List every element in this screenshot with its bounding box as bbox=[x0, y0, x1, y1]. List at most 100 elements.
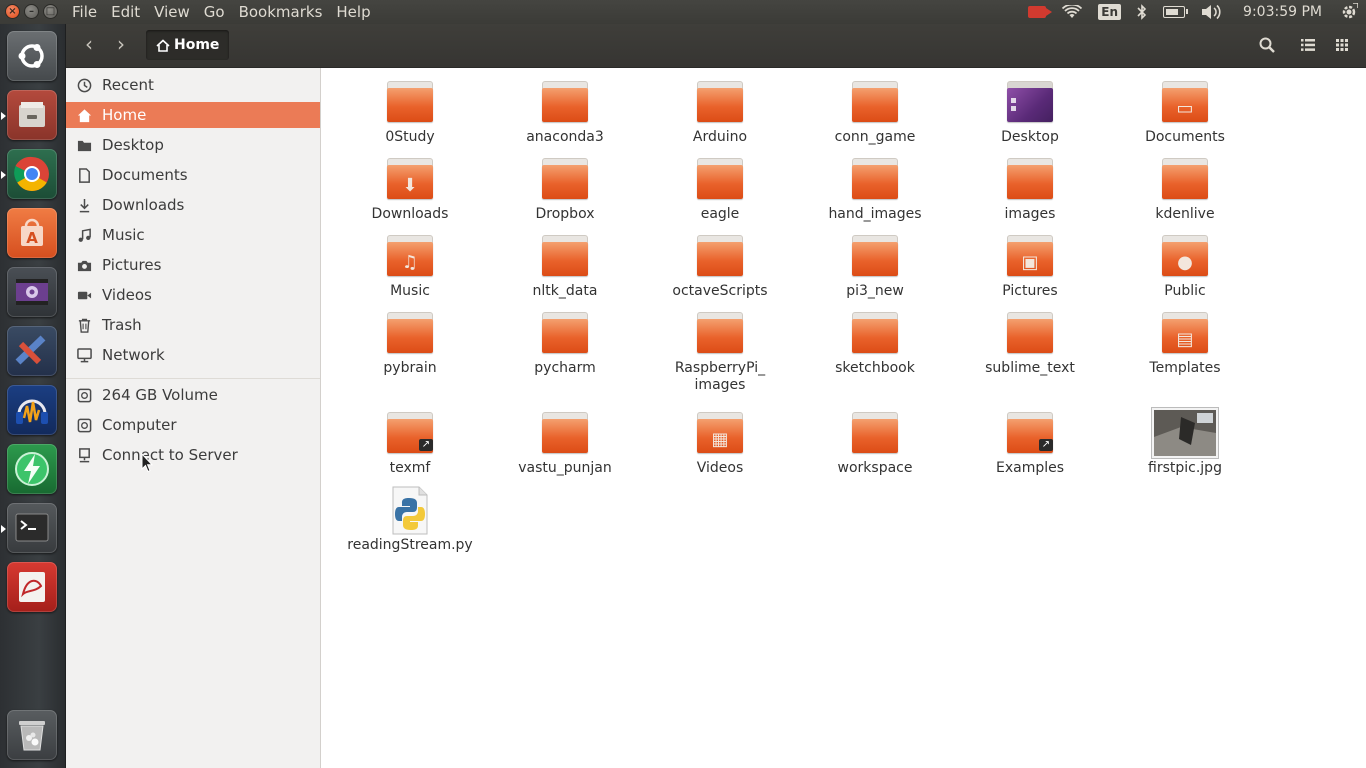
menu-go[interactable]: Go bbox=[204, 0, 225, 24]
file-item[interactable]: anaconda3 bbox=[495, 78, 635, 146]
clock[interactable]: 9:03:59 PM bbox=[1243, 4, 1322, 20]
file-item[interactable]: ↗ texmf bbox=[340, 409, 480, 477]
search-button[interactable] bbox=[1251, 31, 1283, 59]
file-item[interactable]: ▦ Videos bbox=[650, 409, 790, 477]
file-item[interactable]: images bbox=[960, 155, 1100, 223]
settings-gear-icon[interactable] bbox=[1340, 3, 1358, 21]
file-name-label: sketchbook bbox=[835, 360, 915, 376]
bluetooth-icon[interactable] bbox=[1137, 4, 1147, 20]
terminal-icon[interactable] bbox=[7, 503, 57, 553]
file-item[interactable]: Dropbox bbox=[495, 155, 635, 223]
sidebar-item-connect-to-server[interactable]: Connect to Server bbox=[66, 442, 320, 468]
file-name-label: pybrain bbox=[383, 360, 437, 376]
file-item[interactable]: pi3_new bbox=[805, 232, 945, 300]
sidebar-item-desktop[interactable]: Desktop bbox=[66, 132, 320, 158]
sidebar: Recent Home Desktop Documents Downloads … bbox=[66, 68, 321, 768]
file-item[interactable]: hand_images bbox=[805, 155, 945, 223]
sidebar-item-music[interactable]: Music bbox=[66, 222, 320, 248]
download-icon bbox=[76, 197, 92, 213]
file-item[interactable]: kdenlive bbox=[1115, 155, 1255, 223]
back-button[interactable]: ‹ bbox=[74, 31, 104, 59]
home-icon bbox=[156, 38, 170, 52]
files-app-icon[interactable] bbox=[7, 90, 57, 140]
folder-icon bbox=[850, 409, 900, 459]
sidebar-item-home[interactable]: Home bbox=[66, 102, 320, 128]
pdf-reader-icon[interactable] bbox=[7, 562, 57, 612]
keyboard-layout-indicator[interactable]: En bbox=[1098, 4, 1122, 20]
file-item[interactable]: pycharm bbox=[495, 309, 635, 377]
file-item[interactable]: workspace bbox=[805, 409, 945, 477]
file-item[interactable]: Desktop bbox=[960, 78, 1100, 146]
file-item[interactable]: eagle bbox=[650, 155, 790, 223]
file-item[interactable]: ⬇ Downloads bbox=[340, 155, 480, 223]
trash-bin-icon[interactable] bbox=[7, 710, 57, 760]
file-item[interactable]: 0Study bbox=[340, 78, 480, 146]
volume-icon[interactable] bbox=[1201, 4, 1223, 20]
file-item[interactable]: ↗ Examples bbox=[960, 409, 1100, 477]
folder-icon bbox=[540, 155, 590, 205]
minimize-window-button[interactable]: – bbox=[24, 4, 39, 19]
file-item[interactable]: ♫ Music bbox=[340, 232, 480, 300]
file-item[interactable]: sublime_text bbox=[960, 309, 1100, 377]
menu-help[interactable]: Help bbox=[336, 0, 370, 24]
file-name-label: sublime_text bbox=[985, 360, 1075, 376]
file-name-label: Examples bbox=[995, 460, 1065, 476]
file-item[interactable]: RaspberryPi_ images bbox=[650, 309, 790, 394]
folder-icon bbox=[695, 309, 745, 359]
file-item[interactable]: readingStream.py bbox=[340, 486, 480, 554]
folder-icon bbox=[850, 155, 900, 205]
sidebar-item-label: Computer bbox=[102, 416, 177, 434]
dash-ubuntu-icon[interactable] bbox=[7, 31, 57, 81]
file-item[interactable]: conn_game bbox=[805, 78, 945, 146]
forward-button[interactable]: › bbox=[106, 31, 136, 59]
sidebar-item-network[interactable]: Network bbox=[66, 342, 320, 368]
documents-folder-icon: ▭ bbox=[1160, 78, 1210, 128]
pictures-folder-icon: ▣ bbox=[1005, 232, 1055, 282]
file-name-label: Desktop bbox=[1001, 129, 1059, 145]
software-center-icon[interactable]: A bbox=[7, 208, 57, 258]
file-item[interactable]: octaveScripts bbox=[650, 232, 790, 300]
file-item[interactable]: ● Public bbox=[1115, 232, 1255, 300]
arduino-ide-icon[interactable] bbox=[7, 326, 57, 376]
sidebar-item-videos[interactable]: Videos bbox=[66, 282, 320, 308]
file-name-label: Videos bbox=[696, 460, 744, 476]
sidebar-item-264gb-volume[interactable]: 264 GB Volume bbox=[66, 382, 320, 408]
file-item[interactable]: firstpic.jpg bbox=[1115, 407, 1255, 477]
close-window-button[interactable]: × bbox=[5, 4, 20, 19]
chrome-icon[interactable] bbox=[7, 149, 57, 199]
file-item[interactable]: sketchbook bbox=[805, 309, 945, 377]
sidebar-item-documents[interactable]: Documents bbox=[66, 162, 320, 188]
video-player-icon[interactable] bbox=[7, 267, 57, 317]
menu-file[interactable]: File bbox=[72, 0, 97, 24]
audacity-icon[interactable] bbox=[7, 385, 57, 435]
file-name-label: readingStream.py bbox=[347, 537, 473, 553]
sidebar-item-recent[interactable]: Recent bbox=[66, 72, 320, 98]
running-indicator bbox=[1, 112, 6, 120]
path-home-button[interactable]: Home bbox=[146, 30, 230, 60]
sidebar-item-pictures[interactable]: Pictures bbox=[66, 252, 320, 278]
file-item[interactable]: ▤ Templates bbox=[1115, 309, 1255, 377]
sidebar-item-computer[interactable]: Computer bbox=[66, 412, 320, 438]
file-item[interactable]: ▭ Documents bbox=[1115, 78, 1255, 146]
list-view-button[interactable] bbox=[1292, 31, 1324, 59]
sidebar-divider bbox=[66, 378, 320, 379]
file-item[interactable]: ▣ Pictures bbox=[960, 232, 1100, 300]
file-item[interactable]: vastu_punjan bbox=[495, 409, 635, 477]
file-name-label: Dropbox bbox=[535, 206, 595, 222]
file-name-label: RaspberryPi_ images bbox=[674, 360, 766, 393]
maximize-window-button[interactable]: □ bbox=[43, 4, 58, 19]
wifi-icon[interactable] bbox=[1062, 5, 1083, 19]
grid-view-button[interactable] bbox=[1326, 31, 1358, 59]
power-lightning-app-icon[interactable] bbox=[7, 444, 57, 494]
menu-edit[interactable]: Edit bbox=[111, 0, 140, 24]
sidebar-item-downloads[interactable]: Downloads bbox=[66, 192, 320, 218]
folder-icon bbox=[540, 409, 590, 459]
battery-icon[interactable] bbox=[1163, 6, 1189, 18]
file-item[interactable]: pybrain bbox=[340, 309, 480, 377]
menu-bookmarks[interactable]: Bookmarks bbox=[239, 0, 323, 24]
file-item[interactable]: nltk_data bbox=[495, 232, 635, 300]
menu-view[interactable]: View bbox=[154, 0, 190, 24]
screen-recorder-icon[interactable] bbox=[1028, 6, 1053, 18]
file-item[interactable]: Arduino bbox=[650, 78, 790, 146]
sidebar-item-trash[interactable]: Trash bbox=[66, 312, 320, 338]
